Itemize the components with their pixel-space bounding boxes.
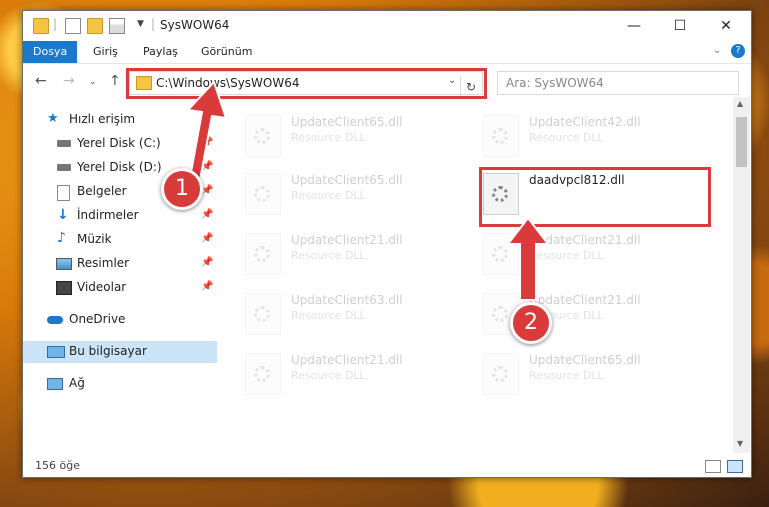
arrow-1: [185, 80, 228, 182]
step-badge-1: 1: [161, 168, 203, 210]
step-badge-2: 2: [510, 302, 552, 344]
annotation-arrows: [185, 80, 551, 301]
arrow-2: [505, 216, 551, 301]
